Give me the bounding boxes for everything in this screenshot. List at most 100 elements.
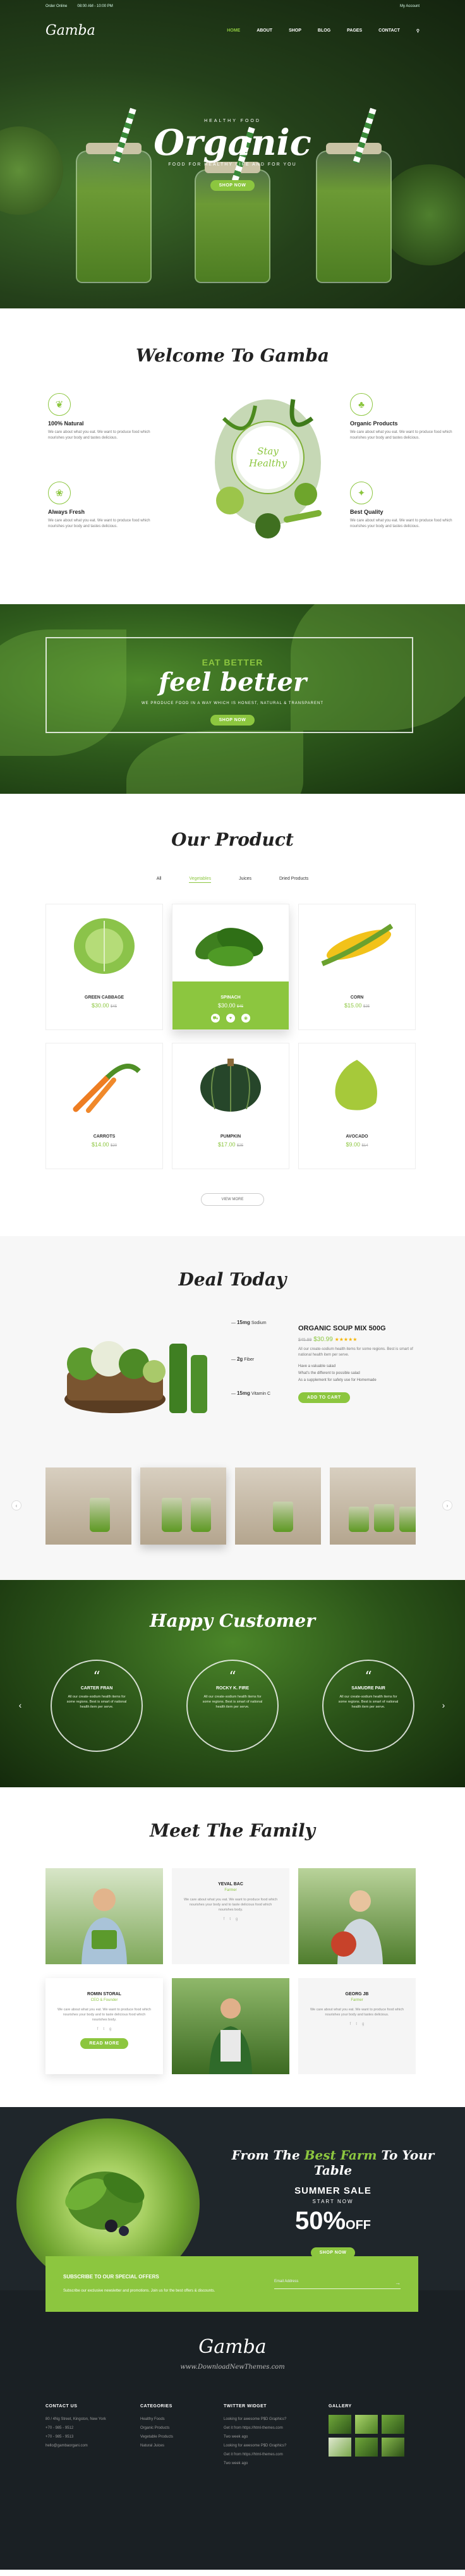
category-link[interactable]: Vegetable Products <box>140 2433 224 2441</box>
email-input[interactable]: Email Address → <box>274 2280 401 2289</box>
footer-site: www.DownloadNewThemes.com <box>180 2364 285 2371</box>
footer-gallery: GALLERY <box>329 2404 418 2468</box>
badge-line-1: Stay <box>257 446 279 457</box>
member-bio: We care about what you eat. We want to p… <box>310 2008 404 2017</box>
tweet-link[interactable]: Get it from https://html-themes.com <box>224 2450 329 2459</box>
team-card: YEVAL BAC Farmer We care about what you … <box>172 1868 289 1964</box>
facebook-icon[interactable]: f <box>97 2027 99 2031</box>
footer-logo[interactable]: Gamba <box>0 2336 465 2358</box>
product-card[interactable]: CARROTS $14.00 $20 <box>45 1043 163 1169</box>
team-card-featured: ROMIN STORAL CEO & Founder We care about… <box>45 1978 163 2074</box>
apple-icon: ❀ <box>48 482 71 504</box>
team-card: GEORG JB Farmer We care about what you e… <box>298 1978 416 2074</box>
gallery-image[interactable] <box>355 2415 378 2434</box>
testimonial-text: All our create-sodium health items for s… <box>338 1695 399 1709</box>
prev-arrow-icon[interactable]: ‹ <box>11 1500 21 1510</box>
next-arrow-icon[interactable]: › <box>438 1700 449 1710</box>
search-icon[interactable]: ⚲ <box>416 28 420 33</box>
footer: SUBSCRIBE TO OUR SPECIAL OFFERS Subscrib… <box>0 2256 465 2570</box>
product-actions: ⛟ ♥ ◉ <box>172 1014 289 1023</box>
thumbnail[interactable] <box>45 1467 131 1545</box>
eat-better-banner: EAT BETTER feel better WE PRODUCE FOOD I… <box>0 604 465 794</box>
testimonial-card: “ ROCKY K. FIRE All our create-sodium he… <box>186 1660 279 1752</box>
deal-title: Deal Today <box>178 1269 287 1290</box>
thumbnail[interactable] <box>235 1467 321 1545</box>
nav-about[interactable]: ABOUT <box>257 28 272 33</box>
thumbnail[interactable] <box>330 1467 416 1545</box>
facebook-icon[interactable]: f <box>224 1917 225 1921</box>
cart-icon[interactable]: ⛟ <box>211 1014 220 1023</box>
category-link[interactable]: Organic Products <box>140 2424 224 2433</box>
pumpkin-image <box>200 1059 261 1112</box>
gallery-image[interactable] <box>382 2415 404 2434</box>
read-more-button[interactable]: READ MORE <box>80 2038 128 2049</box>
product-card[interactable]: CORN $15.00 $25 <box>298 904 416 1030</box>
tab-dried-products[interactable]: Dried Products <box>279 877 308 883</box>
banner-shop-button[interactable]: SHOP NOW <box>210 715 255 726</box>
deal-thumbnails <box>45 1467 416 1545</box>
tweet-time: Two week ago <box>224 2462 248 2465</box>
product-card[interactable]: GREEN CABBAGE $30.00 $45 <box>45 904 163 1030</box>
twitter-icon[interactable]: t <box>356 2022 357 2026</box>
logo[interactable]: Gamba <box>45 23 95 39</box>
google-icon[interactable]: g <box>362 2022 364 2026</box>
nav-shop[interactable]: SHOP <box>289 28 301 33</box>
category-link[interactable]: Healthy Foods <box>140 2415 224 2424</box>
gallery-image[interactable] <box>329 2438 351 2457</box>
heart-icon[interactable]: ♥ <box>226 1014 235 1023</box>
member-bio: We care about what you eat. We want to p… <box>183 1898 278 1912</box>
view-more-button[interactable]: VIEW MORE <box>201 1193 264 1206</box>
facebook-icon[interactable]: f <box>350 2022 351 2026</box>
team-title: Meet The Family <box>150 1820 315 1841</box>
deal-section: Deal Today — 15mg Sodium — 2g Fiber — 15… <box>0 1236 465 1580</box>
gallery-image[interactable] <box>355 2438 378 2457</box>
google-icon[interactable]: g <box>109 2027 111 2031</box>
vegetable-plate-image: Stay Healthy <box>211 393 325 538</box>
team-photo <box>45 1868 163 1964</box>
gallery-image[interactable] <box>382 2438 404 2457</box>
hero-title: Organic <box>154 122 311 164</box>
tweet-link[interactable]: Get it from https://html-themes.com <box>224 2424 329 2433</box>
quote-icon: “ <box>229 1669 236 1685</box>
member-bio: We care about what you eat. We want to p… <box>57 2008 152 2022</box>
feature-text: We care about what you eat. We want to p… <box>48 430 150 440</box>
product-name: PUMPKIN <box>220 1134 241 1139</box>
rating-stars: ★★★★★ <box>334 1337 358 1342</box>
spinach-image <box>195 928 263 966</box>
hero-content: HEALTHY FOOD Organic FOOD FOR HEALTHY LI… <box>0 119 465 191</box>
product-price: $17.00 $25 <box>217 1141 244 1148</box>
hero-section: Order Online 08:00 AM - 10:00 PM My Acco… <box>0 0 465 308</box>
testimonial-text: All our create-sodium health items for s… <box>66 1695 127 1709</box>
feature-text: We care about what you eat. We want to p… <box>48 519 150 528</box>
product-card-highlighted[interactable]: SPINACH $30.00 $45 ⛟ ♥ ◉ <box>172 904 289 1030</box>
tab-juices[interactable]: Juices <box>239 877 251 883</box>
sale-title: SUMMER SALE <box>294 2185 371 2196</box>
thumbnail[interactable] <box>140 1467 226 1545</box>
nav-contact[interactable]: CONTACT <box>378 28 400 33</box>
email-link[interactable]: hello@gambaorgani.com <box>45 2441 140 2450</box>
testimonials-title: Happy Customer <box>150 1610 315 1631</box>
product-card[interactable]: AVOCADO $9.00 $14 <box>298 1043 416 1169</box>
prev-arrow-icon[interactable]: ‹ <box>15 1700 25 1710</box>
shop-now-button[interactable]: SHOP NOW <box>210 180 255 191</box>
nav-pages[interactable]: PAGES <box>347 28 362 33</box>
nav-blog[interactable]: BLOG <box>318 28 330 33</box>
category-link[interactable]: Natural Juices <box>140 2441 224 2450</box>
gallery-image[interactable] <box>329 2415 351 2434</box>
tab-all[interactable]: All <box>157 877 162 883</box>
twitter-icon[interactable]: t <box>103 2027 104 2031</box>
next-arrow-icon[interactable]: › <box>442 1500 452 1510</box>
hours-info: 08:00 AM - 10:00 PM <box>77 4 113 8</box>
eye-icon[interactable]: ◉ <box>241 1014 250 1023</box>
tab-vegetables[interactable]: Vegetables <box>189 877 212 883</box>
order-info: Order Online <box>45 4 68 8</box>
arrow-right-icon[interactable]: → <box>395 2280 401 2286</box>
account-link[interactable]: My Account <box>400 4 420 8</box>
product-name: SPINACH <box>220 995 241 1000</box>
testimonials-section: Happy Customer “ CARTER FRAN All our cre… <box>0 1580 465 1787</box>
product-card[interactable]: PUMPKIN $17.00 $25 <box>172 1043 289 1169</box>
twitter-icon[interactable]: t <box>229 1917 231 1921</box>
nav-home[interactable]: HOME <box>227 28 240 33</box>
google-icon[interactable]: g <box>236 1917 238 1921</box>
add-to-cart-button[interactable]: ADD TO CART <box>298 1392 350 1403</box>
